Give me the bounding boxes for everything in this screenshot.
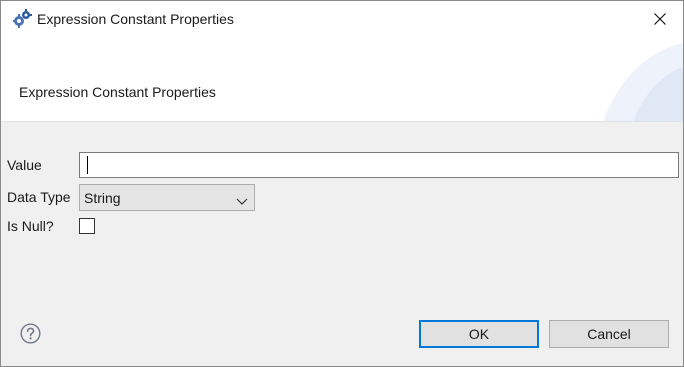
data-type-selected-value: String xyxy=(84,190,121,206)
help-button[interactable] xyxy=(20,323,41,344)
header-banner: Expression Constant Properties xyxy=(1,39,683,122)
data-type-select[interactable]: String xyxy=(79,184,255,211)
dialog-window: Expression Constant Properties Expressio… xyxy=(0,0,684,367)
chevron-down-icon xyxy=(236,193,248,205)
text-cursor xyxy=(87,156,88,174)
value-label: Value xyxy=(7,157,42,173)
cancel-button[interactable]: Cancel xyxy=(549,320,669,348)
close-icon xyxy=(654,12,666,28)
is-null-checkbox[interactable] xyxy=(79,218,95,234)
title-bar: Expression Constant Properties xyxy=(1,1,683,39)
window-title: Expression Constant Properties xyxy=(37,11,234,27)
data-type-label: Data Type xyxy=(7,189,71,205)
is-null-label: Is Null? xyxy=(7,218,54,234)
value-input[interactable] xyxy=(79,152,679,178)
ok-button[interactable]: OK xyxy=(419,320,539,348)
close-button[interactable] xyxy=(637,1,683,39)
gears-icon xyxy=(11,9,33,29)
help-icon xyxy=(20,323,41,347)
banner-title: Expression Constant Properties xyxy=(19,84,216,100)
banner-decoration xyxy=(603,43,683,121)
